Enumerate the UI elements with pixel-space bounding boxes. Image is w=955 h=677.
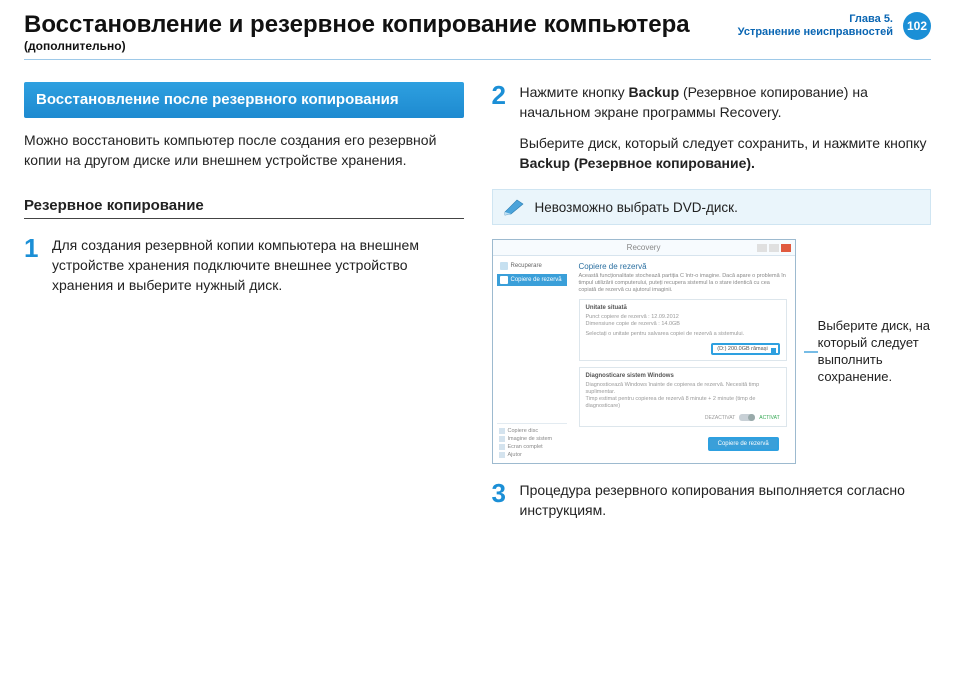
step-2: 2 Нажмите кнопку Backup (Резервное копир…	[492, 82, 932, 173]
callout: Выберите диск, на который следует выполн…	[804, 318, 931, 386]
columns: Восстановление после резервного копирова…	[24, 82, 931, 521]
step-number: 1	[24, 235, 42, 296]
step-number: 2	[492, 82, 510, 173]
page-number-badge: 102	[903, 12, 931, 40]
sidebar-item-fullscreen[interactable]: Ecran complet	[497, 443, 567, 451]
left-column: Восстановление после резервного копирова…	[24, 82, 464, 521]
title-block: Восстановление и резервное копирование к…	[24, 12, 690, 53]
image-icon	[499, 436, 505, 442]
sidebar-bottom: Copiere disc Imagine de sistem Ecran com…	[497, 423, 567, 459]
label: Ajutor	[508, 452, 522, 458]
fullscreen-icon	[499, 444, 505, 450]
sidebar: Recuperare Copiere de rezervă Copiere di…	[493, 256, 571, 463]
action-row: Copiere de rezervă	[579, 433, 787, 457]
window-body: Recuperare Copiere de rezervă Copiere di…	[493, 256, 795, 463]
maximize-icon[interactable]	[769, 244, 779, 252]
step-body: Нажмите кнопку Backup (Резервное копиров…	[520, 82, 932, 173]
panel-heading: Unitate situată	[586, 305, 780, 311]
text: Выберите диск, который следует сохранить…	[520, 135, 927, 151]
label: Imagine de sistem	[508, 436, 553, 442]
note-box: Невозможно выбрать DVD-диск.	[492, 189, 932, 225]
toggle-off-label: DEZACTIVAT	[705, 415, 735, 421]
panel-line: Diagnosticează Windows înainte de copier…	[586, 382, 780, 396]
chapter-line-1: Глава 5.	[738, 13, 893, 26]
select-row: (D:) 200.0GB rămași	[586, 343, 780, 355]
page-header: Восстановление и резервное копирование к…	[24, 12, 931, 60]
sidebar-item-recover[interactable]: Recuperare	[497, 260, 567, 272]
help-icon	[499, 452, 505, 458]
sidebar-item-label: Copiere de rezervă	[511, 277, 562, 283]
toggle-on-label: ACTIVAT	[759, 415, 779, 421]
label: Ecran complet	[508, 444, 543, 450]
bold-text: Backup	[629, 84, 680, 100]
step-body: Для создания резервной копии компьютера …	[52, 235, 464, 296]
panel-line: Dimensiune copie de rezervă : 14.0GB	[586, 321, 780, 328]
page-title: Восстановление и резервное копирование к…	[24, 12, 690, 37]
intro-paragraph: Можно восстановить компьютер после созда…	[24, 130, 464, 171]
window-titlebar: Recovery	[493, 240, 795, 256]
main-panel: Copiere de rezervă Această funcționalita…	[571, 256, 795, 463]
chapter-block: Глава 5. Устранение неисправностей 102	[738, 12, 931, 40]
chapter-line-2: Устранение неисправностей	[738, 26, 893, 39]
main-description: Această funcționalitate stochează partiț…	[579, 273, 787, 293]
page-subtitle: (дополнительно)	[24, 39, 690, 53]
diagnostic-toggle[interactable]	[739, 414, 755, 421]
window-buttons	[757, 244, 791, 252]
recovery-screenshot: Recovery Recuperare	[492, 239, 796, 464]
step-2-line-1: Нажмите кнопку Backup (Резервное копиров…	[520, 82, 932, 123]
panel-heading: Diagnosticare sistem Windows	[586, 373, 780, 379]
note-icon	[503, 198, 525, 216]
panel-line: Selectați o unitate pentru salvarea copi…	[586, 331, 780, 338]
sidebar-item-help[interactable]: Ajutor	[497, 451, 567, 459]
text: Нажмите кнопку	[520, 84, 629, 100]
panel-line: Punct copiere de rezervă : 12.09.2012	[586, 314, 780, 321]
screenshot-with-callout: Recovery Recuperare	[492, 239, 932, 464]
sidebar-item-label: Recuperare	[511, 263, 542, 269]
recover-icon	[500, 262, 508, 270]
disc-icon	[499, 428, 505, 434]
sidebar-item-copy-disc[interactable]: Copiere disc	[497, 427, 567, 435]
main-heading: Copiere de rezervă	[579, 262, 787, 271]
window-title: Recovery	[627, 243, 661, 252]
step-3: 3 Процедура резервного копирования выпол…	[492, 480, 932, 521]
close-icon[interactable]	[781, 244, 791, 252]
toggle-row: DEZACTIVAT ACTIVAT	[586, 414, 780, 421]
backup-icon	[500, 276, 508, 284]
callout-line-icon	[804, 346, 818, 358]
bold-text: Backup (Резервное копирование).	[520, 155, 755, 171]
minimize-icon[interactable]	[757, 244, 767, 252]
subsection-heading: Резервное копирование	[24, 197, 464, 219]
backup-button[interactable]: Copiere de rezervă	[708, 437, 779, 451]
step-body: Процедура резервного копирования выполня…	[520, 480, 932, 521]
sidebar-item-system-image[interactable]: Imagine de sistem	[497, 435, 567, 443]
step-number: 3	[492, 480, 510, 521]
document-page: Восстановление и резервное копирование к…	[0, 0, 955, 677]
callout-text: Выберите диск, на который следует выполн…	[818, 318, 931, 386]
drive-select[interactable]: (D:) 200.0GB rămași	[711, 343, 779, 355]
step-1: 1 Для создания резервной копии компьютер…	[24, 235, 464, 296]
step-2-line-2: Выберите диск, который следует сохранить…	[520, 133, 932, 174]
right-column: 2 Нажмите кнопку Backup (Резервное копир…	[492, 82, 932, 521]
chapter-text: Глава 5. Устранение неисправностей	[738, 13, 893, 39]
diagnostic-panel: Diagnosticare sistem Windows Diagnostice…	[579, 367, 787, 428]
sidebar-item-backup[interactable]: Copiere de rezervă	[497, 274, 567, 286]
panel-line: Timp estimat pentru copierea de rezervă …	[586, 396, 780, 410]
section-heading: Восстановление после резервного копирова…	[24, 82, 464, 118]
note-text: Невозможно выбрать DVD-диск.	[535, 200, 738, 215]
drive-panel: Unitate situată Punct copiere de rezervă…	[579, 299, 787, 360]
label: Copiere disc	[508, 428, 539, 434]
